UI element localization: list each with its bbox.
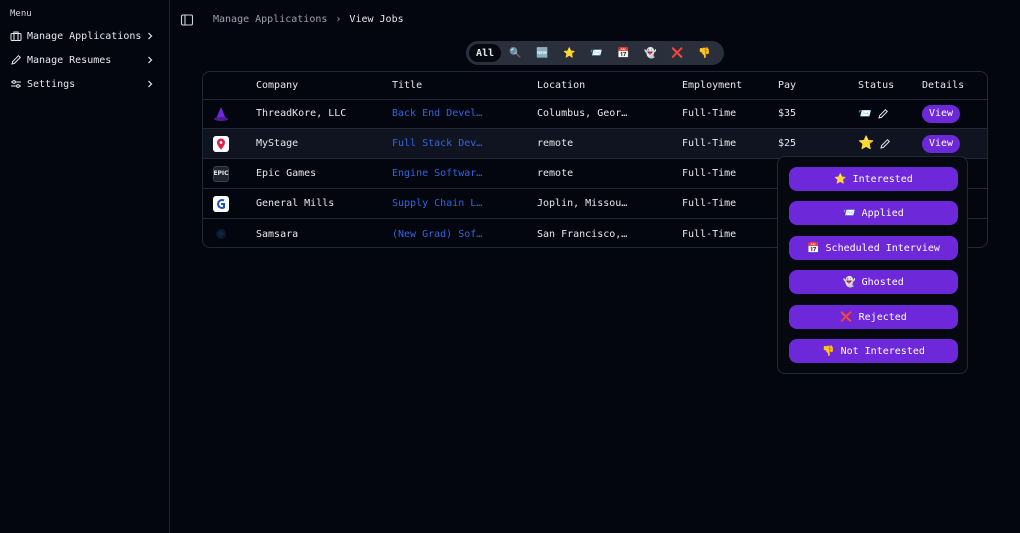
pencil-icon [10,54,22,66]
filter-search-icon[interactable]: 🔍 [502,44,529,62]
ghost-icon: 👻 [843,276,856,288]
job-title-link[interactable]: Full Stack Dev… [392,129,532,158]
employment-cell: Full-Time [682,228,737,240]
company-cell: General Mills [256,198,335,209]
company-cell: Samsara [256,228,299,240]
location-cell: remote [537,138,574,149]
sidebar-item-manage-applications[interactable]: Manage Applications [6,26,162,46]
status-filter-bar: All 🔍 🆕 ⭐ 📨 📅 👻 ❌ 👎 [466,41,724,65]
status-envelope-icon: 📨 [858,107,872,120]
employment-cell: Full-Time [682,168,737,179]
sliders-icon [10,78,22,90]
sidebar-item-label: Settings [27,78,76,90]
status-option-scheduled-interview[interactable]: 📅 Scheduled Interview [789,236,958,260]
header-location: Location [537,80,586,91]
status-option-label: Scheduled Interview [825,242,940,254]
header-status: Status [858,80,895,91]
sidebar-item-settings[interactable]: Settings [6,74,162,94]
filter-calendar-icon[interactable]: 📅 [610,44,637,62]
status-option-label: Rejected [858,311,907,323]
filter-new-icon[interactable]: 🆕 [529,44,556,62]
status-cell: ⭐ [858,129,918,158]
location-cell: San Francisco,… [537,228,628,240]
menu-title: Menu [10,9,32,19]
sidebar-item-manage-resumes[interactable]: Manage Resumes [6,50,162,70]
status-option-applied[interactable]: 📨 Applied [789,201,958,225]
breadcrumb-current: View Jobs [349,14,404,25]
chevron-right-icon [148,56,153,64]
filter-ghost-icon[interactable]: 👻 [637,44,664,62]
status-option-interested[interactable]: ⭐ Interested [789,167,958,191]
wizard-hat-logo [213,106,229,122]
header-employment: Employment [682,80,743,91]
header-title: Title [392,80,423,91]
view-button[interactable]: View [922,134,960,153]
chevron-right-icon [148,80,153,88]
thumbs-down-icon: 👎 [822,345,835,357]
sidebar-item-label: Manage Resumes [27,54,112,66]
edit-status-pencil-icon[interactable] [879,138,891,150]
status-option-label: Interested [852,173,913,185]
breadcrumb-parent[interactable]: Manage Applications [213,14,327,25]
briefcase-icon [10,30,22,42]
employment-cell: Full-Time [682,198,737,209]
chevron-right-icon [148,32,153,40]
company-cell: MyStage [256,138,299,149]
breadcrumb: Manage Applications › View Jobs [213,14,404,25]
sidebar-toggle-icon[interactable] [180,13,194,27]
filter-cross-icon[interactable]: ❌ [664,44,691,62]
company-cell: Epic Games [256,168,317,179]
view-button[interactable]: View [922,104,960,123]
status-option-label: Not Interested [840,345,925,357]
status-option-rejected[interactable]: ❌ Rejected [789,305,958,329]
location-cell: Columbus, Geor… [537,108,628,119]
samsara-logo [213,226,229,242]
status-option-label: Applied [861,207,904,219]
job-title-link[interactable]: Engine Softwar… [392,159,532,188]
filter-star-icon[interactable]: ⭐ [556,44,583,62]
table-row: ThreadKore, LLC Back End Devel… Columbus… [203,99,987,129]
filter-envelope-icon[interactable]: 📨 [583,44,610,62]
filter-all[interactable]: All [469,44,501,62]
job-title-link[interactable]: Supply Chain L… [392,189,532,218]
cross-icon: ❌ [840,311,853,323]
status-menu-popover: ⭐ Interested 📨 Applied 📅 Scheduled Inter… [777,156,968,374]
table-row: MyStage Full Stack Dev… remote Full-Time… [203,129,987,159]
location-cell: remote [537,168,574,179]
job-title-link[interactable]: Back End Devel… [392,99,532,128]
calendar-icon: 📅 [807,242,820,254]
employment-cell: Full-Time [682,108,737,119]
job-title-link[interactable]: (New Grad) Sof… [392,219,532,247]
status-star-icon: ⭐ [858,136,875,151]
status-option-not-interested[interactable]: 👎 Not Interested [789,339,958,363]
header-details: Details [922,80,965,91]
general-mills-logo [213,195,229,212]
breadcrumb-separator: › [335,14,342,25]
header-company: Company [256,80,299,91]
pay-cell: $25 [778,138,797,149]
filter-thumbs-down-icon[interactable]: 👎 [691,44,718,62]
mystage-logo [213,135,229,152]
envelope-icon: 📨 [843,207,856,219]
epic-games-logo: EPIC [213,165,229,182]
employment-cell: Full-Time [682,138,737,149]
status-option-label: Ghosted [861,276,904,288]
star-icon: ⭐ [834,173,847,185]
table-header: Company Title Location Employment Pay St… [203,72,987,100]
status-cell: 📨 [858,99,918,128]
edit-status-pencil-icon[interactable] [877,108,889,120]
sidebar-item-label: Manage Applications [27,30,142,42]
sidebar: Menu Manage Applications Manage Resumes … [0,0,170,533]
pay-cell: $35 [778,108,797,119]
header-pay: Pay [778,80,797,91]
status-option-ghosted[interactable]: 👻 Ghosted [789,270,958,294]
location-cell: Joplin, Missou… [537,198,628,209]
company-cell: ThreadKore, LLC [256,108,347,119]
